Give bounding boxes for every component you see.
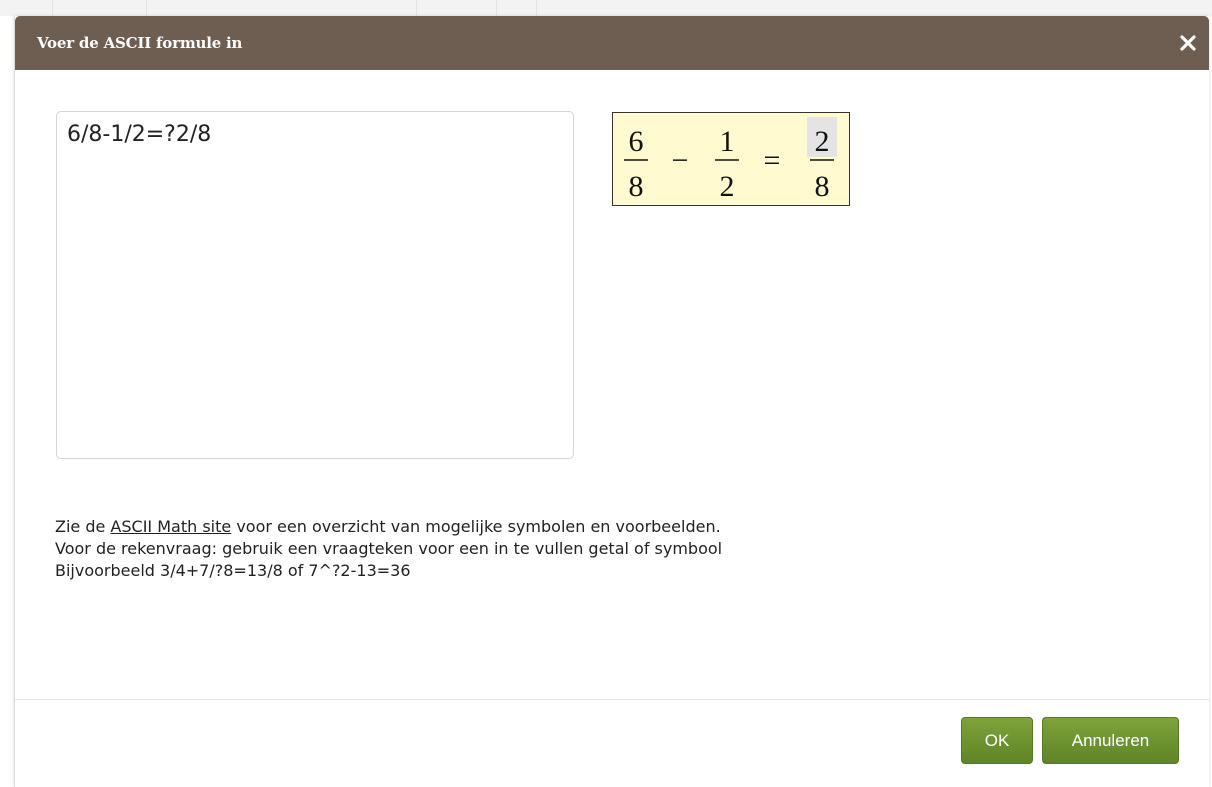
fraction-1-denominator: 8: [629, 170, 644, 203]
help-line-1: Zie de ASCII Math site voor een overzich…: [55, 517, 721, 536]
ascii-formula-dialog: Voer de ASCII formule in 6 8 − 1 2 = 2 8: [14, 16, 1209, 787]
ok-button[interactable]: OK: [961, 717, 1033, 764]
close-icon: [1180, 35, 1196, 51]
equals-operator: =: [764, 144, 781, 177]
background-page-strip: [0, 0, 1212, 16]
formula-preview: 6 8 − 1 2 = 2 8: [612, 112, 850, 206]
help-text: Zie de ASCII Math site voor een overzich…: [55, 516, 1155, 582]
fraction-2-denominator: 2: [720, 170, 735, 203]
formula-preview-render: 6 8 − 1 2 = 2 8: [624, 117, 837, 203]
dialog-titlebar: Voer de ASCII formule in: [15, 16, 1209, 70]
fraction-2-numerator: 1: [720, 125, 735, 158]
fraction-1-numerator: 6: [629, 125, 644, 158]
dialog-title: Voer de ASCII formule in: [37, 34, 243, 52]
minus-operator: −: [672, 144, 689, 177]
cancel-button[interactable]: Annuleren: [1042, 717, 1179, 764]
footer-divider: [15, 699, 1209, 700]
close-button[interactable]: [1177, 32, 1199, 54]
help-line-2: Voor de rekenvraag: gebruik een vraagtek…: [55, 539, 723, 558]
formula-input[interactable]: [56, 111, 574, 459]
help-line-3: Bijvoorbeeld 3/4+7/?8=13/8 of 7^?2-13=36: [55, 561, 411, 580]
ascii-math-site-link[interactable]: ASCII Math site: [110, 517, 231, 536]
fraction-3-denominator: 8: [815, 170, 830, 203]
fraction-3-numerator: 2: [815, 125, 830, 158]
